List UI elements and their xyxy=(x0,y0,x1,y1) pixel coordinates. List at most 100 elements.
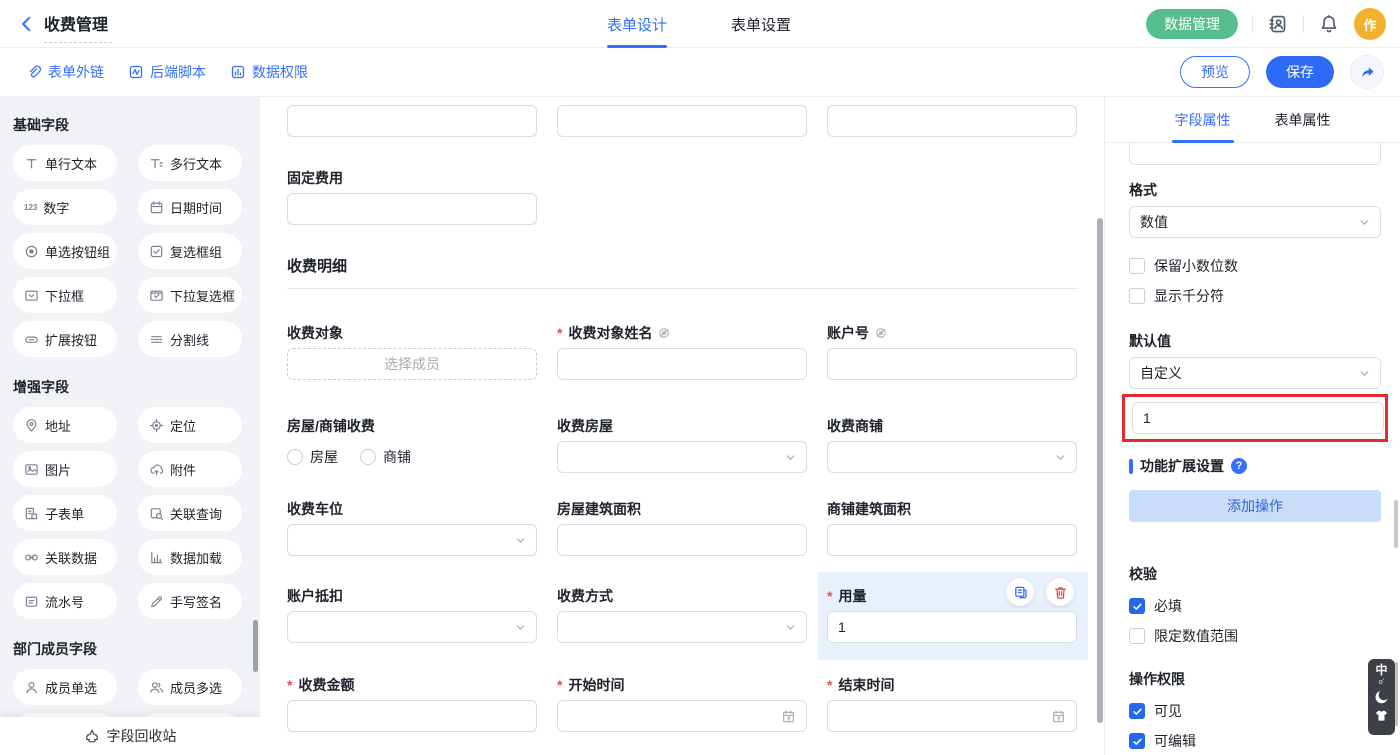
field-pill-multi-text[interactable]: 多行文本 xyxy=(138,145,242,181)
house-area-field[interactable]: 房屋建筑面积 xyxy=(557,499,807,556)
field-pill-subform[interactable]: 子表单 xyxy=(13,495,117,531)
field-pill-location[interactable]: 定位 xyxy=(138,407,242,443)
radio-icon[interactable] xyxy=(287,449,303,465)
form-input[interactable] xyxy=(557,105,807,137)
external-link-button[interactable]: 表单外链 xyxy=(26,62,104,82)
form-input[interactable] xyxy=(827,524,1077,556)
start-time-picker[interactable] xyxy=(557,700,807,732)
charge-house-select[interactable] xyxy=(557,441,807,473)
start-time-field[interactable]: *开始时间 xyxy=(557,675,807,732)
charge-shop-select[interactable] xyxy=(827,441,1077,473)
shirt-icon[interactable] xyxy=(1374,708,1389,723)
account-deduct-field[interactable]: 账户抵扣 xyxy=(287,586,537,643)
backend-script-button[interactable]: 后端脚本 xyxy=(128,62,206,82)
canvas-scrollbar[interactable] xyxy=(1097,218,1103,723)
tab-form-properties[interactable]: 表单属性 xyxy=(1275,97,1331,143)
panel-scrollbar[interactable] xyxy=(1394,500,1398,548)
data-manage-button[interactable]: 数据管理 xyxy=(1146,9,1238,39)
house-shop-charge-field[interactable]: 房屋/商铺收费 房屋 商铺 xyxy=(287,416,537,473)
user-avatar[interactable]: 作 xyxy=(1354,8,1386,40)
checkbox-unchecked-icon[interactable] xyxy=(1129,288,1145,304)
help-icon[interactable]: ? xyxy=(1231,458,1247,474)
format-select[interactable]: 数值 xyxy=(1129,206,1381,238)
usage-input[interactable] xyxy=(827,611,1077,643)
charge-method-select[interactable] xyxy=(557,611,807,643)
delete-field-button[interactable] xyxy=(1046,578,1074,606)
field-pill-related-data[interactable]: 关联数据 xyxy=(13,539,117,575)
radio-house[interactable]: 房屋 xyxy=(287,447,338,467)
field-pill-number[interactable]: 123 数字 xyxy=(13,189,117,225)
share-button[interactable] xyxy=(1350,55,1384,89)
checkbox-unchecked-icon[interactable] xyxy=(1129,258,1145,274)
form-input[interactable] xyxy=(827,348,1077,380)
field-pill-related-query[interactable]: 关联查询 xyxy=(138,495,242,531)
charge-target-name-field[interactable]: *收费对象姓名 xyxy=(557,323,807,380)
end-time-picker[interactable] xyxy=(827,700,1077,732)
radio-shop[interactable]: 商铺 xyxy=(360,447,411,467)
preview-button[interactable]: 预览 xyxy=(1180,56,1250,88)
field-pill-divider[interactable]: 分割线 xyxy=(138,321,242,357)
field-name-input-partial[interactable] xyxy=(1129,143,1381,165)
default-value-input[interactable] xyxy=(1132,402,1384,434)
decimal-checkbox[interactable]: 保留小数位数 xyxy=(1129,256,1380,276)
field-pill-signature[interactable]: 手写签名 xyxy=(138,583,242,619)
charge-target-field[interactable]: 收费对象 选择成员 xyxy=(287,323,537,380)
field-pill-address[interactable]: 地址 xyxy=(13,407,117,443)
back-button[interactable] xyxy=(16,13,38,35)
default-type-select[interactable]: 自定义 xyxy=(1129,357,1381,389)
checkbox-unchecked-icon[interactable] xyxy=(1129,628,1145,644)
charge-house-field[interactable]: 收费房屋 xyxy=(557,416,807,473)
checkbox-checked-icon[interactable] xyxy=(1129,598,1145,614)
field-pill-datetime[interactable]: 日期时间 xyxy=(138,189,242,225)
field-pill-multi-select[interactable]: 下拉复选框 xyxy=(138,277,242,313)
form-input[interactable] xyxy=(557,524,807,556)
editable-checkbox[interactable]: 可编辑 xyxy=(1129,731,1380,751)
charge-method-field[interactable]: 收费方式 xyxy=(557,586,807,643)
field-pill-expand-button[interactable]: 扩展按钮 xyxy=(13,321,117,357)
field-pill-member-multi[interactable]: 成员多选 xyxy=(138,669,242,705)
member-picker[interactable]: 选择成员 xyxy=(287,348,537,380)
form-input[interactable] xyxy=(287,700,537,732)
contacts-icon[interactable] xyxy=(1267,13,1289,35)
translate-icon[interactable]: 中 xyxy=(1375,664,1387,677)
field-pill-member-single[interactable]: 成员单选 xyxy=(13,669,117,705)
charge-parking-select[interactable] xyxy=(287,524,537,556)
account-deduct-select[interactable] xyxy=(287,611,537,643)
visible-checkbox[interactable]: 可见 xyxy=(1129,701,1380,721)
usage-field-selected[interactable]: *用量 xyxy=(827,586,1077,643)
radio-icon[interactable] xyxy=(360,449,376,465)
fixed-fee-input[interactable] xyxy=(287,193,537,225)
checkbox-checked-icon[interactable] xyxy=(1129,733,1145,749)
end-time-field[interactable]: *结束时间 xyxy=(827,675,1077,732)
charge-parking-field[interactable]: 收费车位 xyxy=(287,499,537,556)
data-permission-button[interactable]: 数据权限 xyxy=(230,62,308,82)
field-pill-checkbox-group[interactable]: 复选框组 xyxy=(138,233,242,269)
browser-extension-widget[interactable]: 中 oʻ xyxy=(1368,659,1395,735)
form-input[interactable] xyxy=(827,105,1077,137)
save-button[interactable]: 保存 xyxy=(1266,56,1334,88)
charge-shop-field[interactable]: 收费商铺 xyxy=(827,416,1077,473)
page-scrollbar[interactable] xyxy=(1395,662,1398,726)
sidebar-scrollbar[interactable] xyxy=(253,620,258,672)
form-input[interactable] xyxy=(557,348,807,380)
duplicate-field-button[interactable] xyxy=(1006,578,1034,606)
field-pill-single-text[interactable]: 单行文本 xyxy=(13,145,117,181)
range-limit-checkbox[interactable]: 限定数值范围 xyxy=(1129,626,1380,646)
charge-amount-field[interactable]: *收费金额 xyxy=(287,675,537,732)
field-pill-radio-group[interactable]: 单选按钮组 xyxy=(13,233,117,269)
shop-area-field[interactable]: 商铺建筑面积 xyxy=(827,499,1077,556)
field-pill-data-load[interactable]: 数据加载 xyxy=(138,539,242,575)
field-pill-select[interactable]: 下拉框 xyxy=(13,277,117,313)
tab-field-properties[interactable]: 字段属性 xyxy=(1175,97,1231,143)
required-checkbox[interactable]: 必填 xyxy=(1129,596,1380,616)
add-action-button[interactable]: 添加操作 xyxy=(1129,490,1381,522)
thousand-separator-checkbox[interactable]: 显示千分符 xyxy=(1129,286,1380,306)
field-pill-image[interactable]: 图片 xyxy=(13,451,117,487)
checkbox-checked-icon[interactable] xyxy=(1129,703,1145,719)
field-recycle-bin[interactable]: 字段回收站 xyxy=(0,717,260,755)
field-pill-serial-number[interactable]: 流水号 xyxy=(13,583,117,619)
selected-field-highlight[interactable]: *用量 xyxy=(818,572,1088,660)
notification-bell-icon[interactable] xyxy=(1318,13,1340,35)
account-no-field[interactable]: 账户号 xyxy=(827,323,1077,380)
field-pill-attachment[interactable]: 附件 xyxy=(138,451,242,487)
